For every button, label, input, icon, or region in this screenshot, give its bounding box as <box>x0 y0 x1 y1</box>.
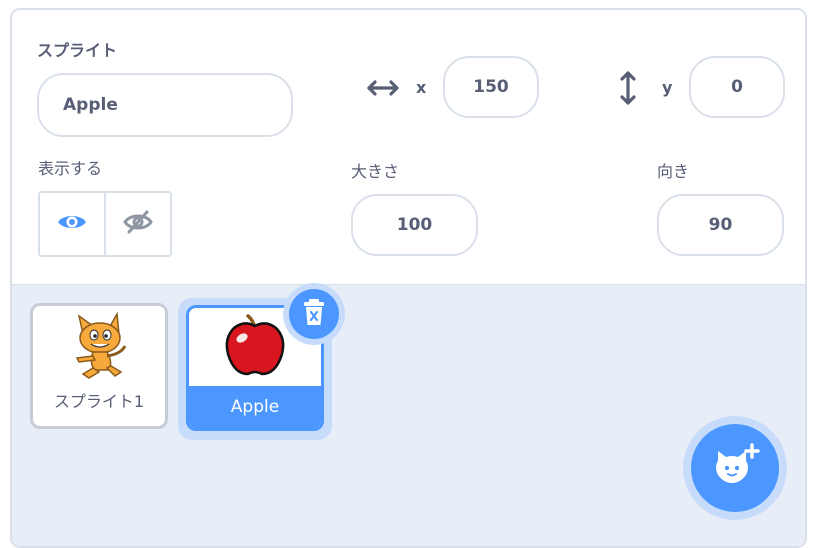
sprite-info-panel: スプライト Apple x 150 y 0 表示する 大きさ 100 向き 90 <box>12 10 805 285</box>
hide-button[interactable] <box>104 193 170 255</box>
sprite-tile-sprite1[interactable]: スプライト1 <box>30 303 168 429</box>
show-button[interactable] <box>40 193 104 255</box>
y-label: y <box>662 78 673 97</box>
sprite-tile-label: Apple <box>189 386 321 428</box>
eye-icon <box>56 211 88 237</box>
direction-input[interactable]: 90 <box>657 194 784 256</box>
sprite-tile-label: スプライト1 <box>53 392 145 411</box>
cat-plus-icon <box>710 443 760 493</box>
y-position-icon <box>616 68 640 108</box>
x-label: x <box>416 78 427 97</box>
sprite-label: スプライト <box>37 41 118 60</box>
show-label: 表示する <box>38 159 103 178</box>
x-position-icon <box>365 76 401 100</box>
sprite-pane: スプライト Apple x 150 y 0 表示する 大きさ 100 向き 90… <box>10 8 807 548</box>
trash-icon <box>303 298 325 330</box>
x-position-input[interactable]: 150 <box>443 56 539 118</box>
size-label: 大きさ <box>351 162 400 181</box>
visibility-toggle <box>38 191 172 257</box>
sprite-selector-tray: スプライト1 Apple <box>12 283 805 546</box>
cat-sprite-thumbnail <box>69 311 129 384</box>
direction-label: 向き <box>657 162 690 181</box>
delete-sprite-button[interactable] <box>289 289 339 339</box>
apple-sprite-thumbnail <box>222 312 288 382</box>
sprite-name-input[interactable]: Apple <box>37 73 293 137</box>
y-position-input[interactable]: 0 <box>689 56 785 118</box>
size-input[interactable]: 100 <box>351 194 478 256</box>
eye-slash-icon <box>122 209 154 239</box>
choose-sprite-button[interactable] <box>691 424 779 512</box>
